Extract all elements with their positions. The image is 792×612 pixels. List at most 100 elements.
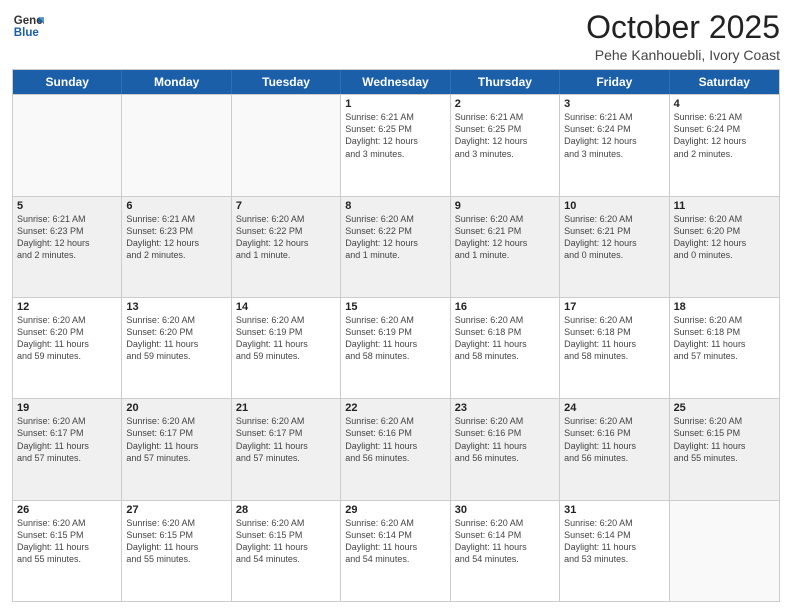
- day-cell-18: 18Sunrise: 6:20 AM Sunset: 6:18 PM Dayli…: [670, 298, 779, 398]
- day-cell-24: 24Sunrise: 6:20 AM Sunset: 6:16 PM Dayli…: [560, 399, 669, 499]
- calendar-row-4: 26Sunrise: 6:20 AM Sunset: 6:15 PM Dayli…: [13, 500, 779, 601]
- day-number: 27: [126, 504, 226, 516]
- empty-cell: [232, 95, 341, 195]
- day-info: Sunrise: 6:20 AM Sunset: 6:16 PM Dayligh…: [455, 415, 555, 464]
- day-cell-17: 17Sunrise: 6:20 AM Sunset: 6:18 PM Dayli…: [560, 298, 669, 398]
- day-info: Sunrise: 6:20 AM Sunset: 6:15 PM Dayligh…: [236, 517, 336, 566]
- day-number: 19: [17, 402, 117, 414]
- day-number: 13: [126, 301, 226, 313]
- day-cell-21: 21Sunrise: 6:20 AM Sunset: 6:17 PM Dayli…: [232, 399, 341, 499]
- day-info: Sunrise: 6:20 AM Sunset: 6:16 PM Dayligh…: [345, 415, 445, 464]
- day-number: 1: [345, 98, 445, 110]
- svg-text:Blue: Blue: [14, 27, 40, 39]
- day-cell-14: 14Sunrise: 6:20 AM Sunset: 6:19 PM Dayli…: [232, 298, 341, 398]
- day-info: Sunrise: 6:20 AM Sunset: 6:22 PM Dayligh…: [236, 213, 336, 262]
- day-cell-19: 19Sunrise: 6:20 AM Sunset: 6:17 PM Dayli…: [13, 399, 122, 499]
- day-cell-25: 25Sunrise: 6:20 AM Sunset: 6:15 PM Dayli…: [670, 399, 779, 499]
- calendar-row-0: 1Sunrise: 6:21 AM Sunset: 6:25 PM Daylig…: [13, 94, 779, 195]
- day-number: 24: [564, 402, 664, 414]
- day-cell-27: 27Sunrise: 6:20 AM Sunset: 6:15 PM Dayli…: [122, 501, 231, 601]
- day-info: Sunrise: 6:21 AM Sunset: 6:25 PM Dayligh…: [345, 111, 445, 160]
- day-cell-6: 6Sunrise: 6:21 AM Sunset: 6:23 PM Daylig…: [122, 197, 231, 297]
- day-number: 8: [345, 200, 445, 212]
- day-cell-12: 12Sunrise: 6:20 AM Sunset: 6:20 PM Dayli…: [13, 298, 122, 398]
- day-info: Sunrise: 6:20 AM Sunset: 6:20 PM Dayligh…: [17, 314, 117, 363]
- day-number: 7: [236, 200, 336, 212]
- day-number: 31: [564, 504, 664, 516]
- day-number: 20: [126, 402, 226, 414]
- weekday-header-saturday: Saturday: [670, 70, 779, 94]
- day-cell-2: 2Sunrise: 6:21 AM Sunset: 6:25 PM Daylig…: [451, 95, 560, 195]
- day-number: 9: [455, 200, 555, 212]
- day-cell-26: 26Sunrise: 6:20 AM Sunset: 6:15 PM Dayli…: [13, 501, 122, 601]
- day-cell-5: 5Sunrise: 6:21 AM Sunset: 6:23 PM Daylig…: [13, 197, 122, 297]
- day-number: 26: [17, 504, 117, 516]
- day-info: Sunrise: 6:20 AM Sunset: 6:14 PM Dayligh…: [564, 517, 664, 566]
- day-number: 15: [345, 301, 445, 313]
- empty-cell: [670, 501, 779, 601]
- day-cell-13: 13Sunrise: 6:20 AM Sunset: 6:20 PM Dayli…: [122, 298, 231, 398]
- day-info: Sunrise: 6:20 AM Sunset: 6:15 PM Dayligh…: [17, 517, 117, 566]
- day-number: 28: [236, 504, 336, 516]
- day-info: Sunrise: 6:20 AM Sunset: 6:19 PM Dayligh…: [345, 314, 445, 363]
- weekday-header-thursday: Thursday: [451, 70, 560, 94]
- logo: General Blue: [12, 10, 44, 42]
- day-cell-22: 22Sunrise: 6:20 AM Sunset: 6:16 PM Dayli…: [341, 399, 450, 499]
- day-number: 21: [236, 402, 336, 414]
- day-number: 14: [236, 301, 336, 313]
- calendar-row-1: 5Sunrise: 6:21 AM Sunset: 6:23 PM Daylig…: [13, 196, 779, 297]
- day-number: 4: [674, 98, 775, 110]
- day-info: Sunrise: 6:20 AM Sunset: 6:17 PM Dayligh…: [126, 415, 226, 464]
- day-info: Sunrise: 6:21 AM Sunset: 6:25 PM Dayligh…: [455, 111, 555, 160]
- day-cell-10: 10Sunrise: 6:20 AM Sunset: 6:21 PM Dayli…: [560, 197, 669, 297]
- day-info: Sunrise: 6:21 AM Sunset: 6:24 PM Dayligh…: [674, 111, 775, 160]
- day-info: Sunrise: 6:21 AM Sunset: 6:24 PM Dayligh…: [564, 111, 664, 160]
- day-cell-20: 20Sunrise: 6:20 AM Sunset: 6:17 PM Dayli…: [122, 399, 231, 499]
- weekday-header-sunday: Sunday: [13, 70, 122, 94]
- day-info: Sunrise: 6:20 AM Sunset: 6:22 PM Dayligh…: [345, 213, 445, 262]
- calendar-body: 1Sunrise: 6:21 AM Sunset: 6:25 PM Daylig…: [13, 94, 779, 601]
- page: General Blue October 2025 Pehe Kanhouebl…: [0, 0, 792, 612]
- day-cell-8: 8Sunrise: 6:20 AM Sunset: 6:22 PM Daylig…: [341, 197, 450, 297]
- day-info: Sunrise: 6:21 AM Sunset: 6:23 PM Dayligh…: [17, 213, 117, 262]
- calendar: SundayMondayTuesdayWednesdayThursdayFrid…: [12, 69, 780, 602]
- day-number: 10: [564, 200, 664, 212]
- day-cell-3: 3Sunrise: 6:21 AM Sunset: 6:24 PM Daylig…: [560, 95, 669, 195]
- day-number: 11: [674, 200, 775, 212]
- day-cell-30: 30Sunrise: 6:20 AM Sunset: 6:14 PM Dayli…: [451, 501, 560, 601]
- day-number: 25: [674, 402, 775, 414]
- day-number: 17: [564, 301, 664, 313]
- day-number: 16: [455, 301, 555, 313]
- day-cell-28: 28Sunrise: 6:20 AM Sunset: 6:15 PM Dayli…: [232, 501, 341, 601]
- day-info: Sunrise: 6:20 AM Sunset: 6:15 PM Dayligh…: [126, 517, 226, 566]
- day-info: Sunrise: 6:20 AM Sunset: 6:21 PM Dayligh…: [564, 213, 664, 262]
- day-cell-23: 23Sunrise: 6:20 AM Sunset: 6:16 PM Dayli…: [451, 399, 560, 499]
- day-cell-9: 9Sunrise: 6:20 AM Sunset: 6:21 PM Daylig…: [451, 197, 560, 297]
- day-cell-11: 11Sunrise: 6:20 AM Sunset: 6:20 PM Dayli…: [670, 197, 779, 297]
- weekday-header-wednesday: Wednesday: [341, 70, 450, 94]
- calendar-row-2: 12Sunrise: 6:20 AM Sunset: 6:20 PM Dayli…: [13, 297, 779, 398]
- day-info: Sunrise: 6:20 AM Sunset: 6:20 PM Dayligh…: [126, 314, 226, 363]
- day-number: 30: [455, 504, 555, 516]
- day-info: Sunrise: 6:21 AM Sunset: 6:23 PM Dayligh…: [126, 213, 226, 262]
- day-info: Sunrise: 6:20 AM Sunset: 6:15 PM Dayligh…: [674, 415, 775, 464]
- day-cell-29: 29Sunrise: 6:20 AM Sunset: 6:14 PM Dayli…: [341, 501, 450, 601]
- day-info: Sunrise: 6:20 AM Sunset: 6:18 PM Dayligh…: [455, 314, 555, 363]
- day-cell-7: 7Sunrise: 6:20 AM Sunset: 6:22 PM Daylig…: [232, 197, 341, 297]
- weekday-header-friday: Friday: [560, 70, 669, 94]
- day-info: Sunrise: 6:20 AM Sunset: 6:14 PM Dayligh…: [455, 517, 555, 566]
- header: General Blue October 2025 Pehe Kanhouebl…: [12, 10, 780, 63]
- day-number: 23: [455, 402, 555, 414]
- day-cell-31: 31Sunrise: 6:20 AM Sunset: 6:14 PM Dayli…: [560, 501, 669, 601]
- day-info: Sunrise: 6:20 AM Sunset: 6:14 PM Dayligh…: [345, 517, 445, 566]
- day-info: Sunrise: 6:20 AM Sunset: 6:17 PM Dayligh…: [17, 415, 117, 464]
- logo-icon: General Blue: [12, 10, 44, 42]
- day-number: 12: [17, 301, 117, 313]
- day-info: Sunrise: 6:20 AM Sunset: 6:17 PM Dayligh…: [236, 415, 336, 464]
- day-number: 3: [564, 98, 664, 110]
- calendar-row-3: 19Sunrise: 6:20 AM Sunset: 6:17 PM Dayli…: [13, 398, 779, 499]
- day-info: Sunrise: 6:20 AM Sunset: 6:19 PM Dayligh…: [236, 314, 336, 363]
- day-cell-1: 1Sunrise: 6:21 AM Sunset: 6:25 PM Daylig…: [341, 95, 450, 195]
- day-info: Sunrise: 6:20 AM Sunset: 6:20 PM Dayligh…: [674, 213, 775, 262]
- day-number: 5: [17, 200, 117, 212]
